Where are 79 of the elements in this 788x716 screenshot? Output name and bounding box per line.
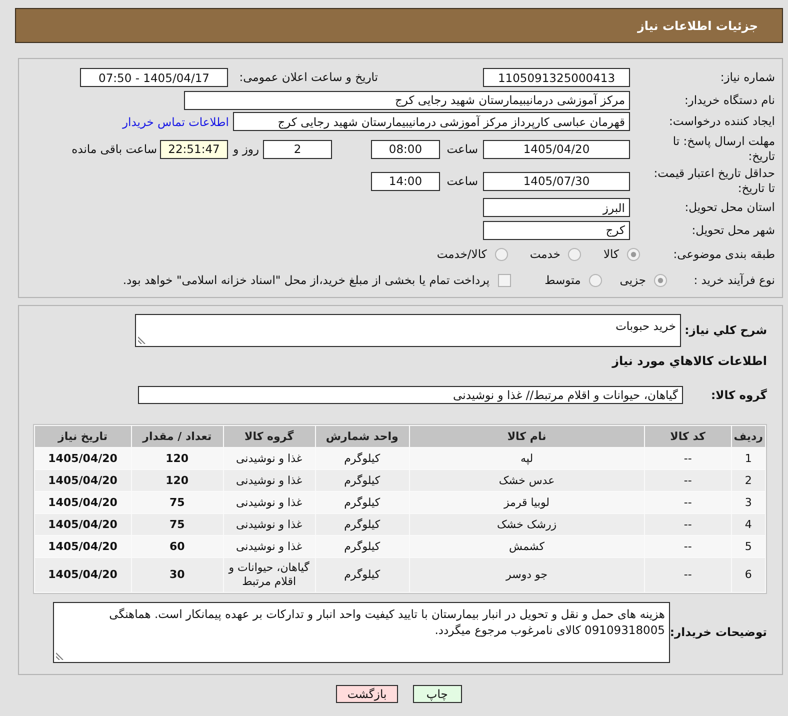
checkbox[interactable] <box>498 274 511 286</box>
checkbox-label: پرداخت تمام یا بخشی از مبلغ خرید،از محل "اسناد خزانه اسلامی" خواهد بود. <box>122 272 490 288</box>
buyer-notes-textarea[interactable]: هزینه های حمل و نقل و تحویل در انبار بیمارستان با تایید کیفیت واحد انبار و تدارکات بر عهده پیمانکار است. هماهنگی 09109318005 کالای نامرغوب مرجوع میگردد. <box>53 602 670 663</box>
field-label: ساعت <box>446 142 479 156</box>
buyer-name-field[interactable]: مرکز آموزشی درمانیبیمارستان شهید رجایی کرج <box>184 90 630 110</box>
table-cell: -- <box>644 514 731 535</box>
remaining-time-field[interactable]: 22:51:47 <box>160 140 228 158</box>
requester-field[interactable]: قهرمان عباسی کارپرداز مرکز آموزشی درمانیبیمارستان شهید رجایی کرج <box>233 112 630 131</box>
column-header: واحد شمارش <box>316 426 409 447</box>
radio-label: جزیی <box>620 272 646 288</box>
resize-grip-icon <box>56 652 64 660</box>
buyer-contact-link[interactable]: اطلاعات تماس خریدار <box>122 114 229 128</box>
table-cell: 4 <box>732 514 765 535</box>
table-cell: 2 <box>732 470 765 491</box>
time-field[interactable]: 14:00 <box>371 172 440 190</box>
radio-button[interactable] <box>494 248 508 261</box>
table-cell: غذا و نوشیدنی <box>224 514 314 535</box>
announce-date-field[interactable]: 1405/04/17 - 07:50 <box>80 68 228 87</box>
field-label: شرح کلي نياز: <box>684 323 767 338</box>
column-header: گروه کالا <box>224 426 314 447</box>
table-cell: -- <box>644 470 731 491</box>
field-label: شهر محل تحویل: <box>690 222 775 238</box>
table-cell: -- <box>644 558 731 592</box>
need-number-field[interactable]: 1105091325000413 <box>483 68 630 87</box>
table-cell: 1405/04/20 <box>35 558 131 592</box>
field-label: شماره نیاز: <box>719 70 775 85</box>
radio-label: متوسط <box>544 272 581 288</box>
table-cell: 75 <box>132 514 223 535</box>
field-label: تاریخ و ساعت اعلان عمومی: <box>238 70 378 85</box>
field-label: ساعت <box>446 174 479 188</box>
page-title: جزئیات اطلاعات نیاز <box>637 18 758 32</box>
field-label: ایجاد کننده درخواست: <box>668 114 775 129</box>
radio-label: خدمت <box>530 247 560 262</box>
column-header: تاریخ نیاز <box>35 426 131 447</box>
table-cell: گیاهان، حیوانات و اقلام مرتبط <box>224 558 314 592</box>
field-label: نوع فرآیند خرید : <box>692 272 775 288</box>
table-cell: عدس خشک <box>410 470 644 491</box>
print-button[interactable]: چاپ <box>412 685 462 703</box>
date-field[interactable]: 1405/04/20 <box>483 140 630 158</box>
field-label: توضیحات خریدار: <box>670 625 767 640</box>
table-cell: کیلوگرم <box>316 470 409 491</box>
section-title: اطلاعات کالاهاي مورد نياز <box>612 354 767 368</box>
table-cell: 6 <box>732 558 765 592</box>
field-label: مهلت ارسال پاسخ: تا تاریخ: <box>672 134 775 164</box>
table-cell: جو دوسر <box>410 558 644 592</box>
time-field[interactable]: 08:00 <box>371 140 440 158</box>
table-cell: غذا و نوشیدنی <box>224 470 314 491</box>
back-button[interactable]: بازگشت <box>336 685 398 703</box>
field-label: طبقه بندی موضوعی: <box>672 247 775 262</box>
radio-button[interactable] <box>568 248 582 261</box>
table-cell: زرشک خشک <box>410 514 644 535</box>
date-field[interactable]: 1405/07/30 <box>483 172 630 190</box>
radio-button[interactable] <box>588 274 602 286</box>
column-header: کد کالا <box>644 426 731 447</box>
table-cell: 1405/04/20 <box>35 470 131 491</box>
description-textarea[interactable]: خرید حبوبات <box>135 314 681 347</box>
radio-button[interactable] <box>654 274 667 286</box>
resize-grip-icon <box>138 336 146 344</box>
table-cell: 30 <box>132 558 223 592</box>
city-field[interactable]: کرج <box>483 220 630 240</box>
field-label: نام دستگاه خریدار: <box>683 92 775 108</box>
column-header: ردیف <box>732 426 765 447</box>
table-cell: 120 <box>132 470 223 491</box>
field-label: حداقل تاریخ اعتبار قیمت: تا تاریخ: <box>652 166 775 196</box>
province-field[interactable]: البرز <box>483 198 630 217</box>
table-cell: 1405/04/20 <box>35 514 131 535</box>
radio-label: کالا/خدمت <box>436 247 487 262</box>
column-header: نام کالا <box>410 426 644 447</box>
field-label: ساعت باقی مانده <box>72 142 157 156</box>
column-header: تعداد / مقدار <box>132 426 223 447</box>
radio-label: کالا <box>603 247 619 262</box>
field-label: گروه کالا: <box>710 388 767 402</box>
days-field[interactable]: 2 <box>263 140 332 158</box>
table-cell: کیلوگرم <box>316 558 409 592</box>
field-label: روز و <box>232 142 260 156</box>
field-label: استان محل تحویل: <box>684 200 775 215</box>
goods-group-field[interactable]: گیاهان، حیوانات و اقلام مرتبط// غذا و نوشیدنی <box>138 386 683 404</box>
radio-button[interactable] <box>627 248 640 261</box>
table-cell: کیلوگرم <box>316 514 409 535</box>
